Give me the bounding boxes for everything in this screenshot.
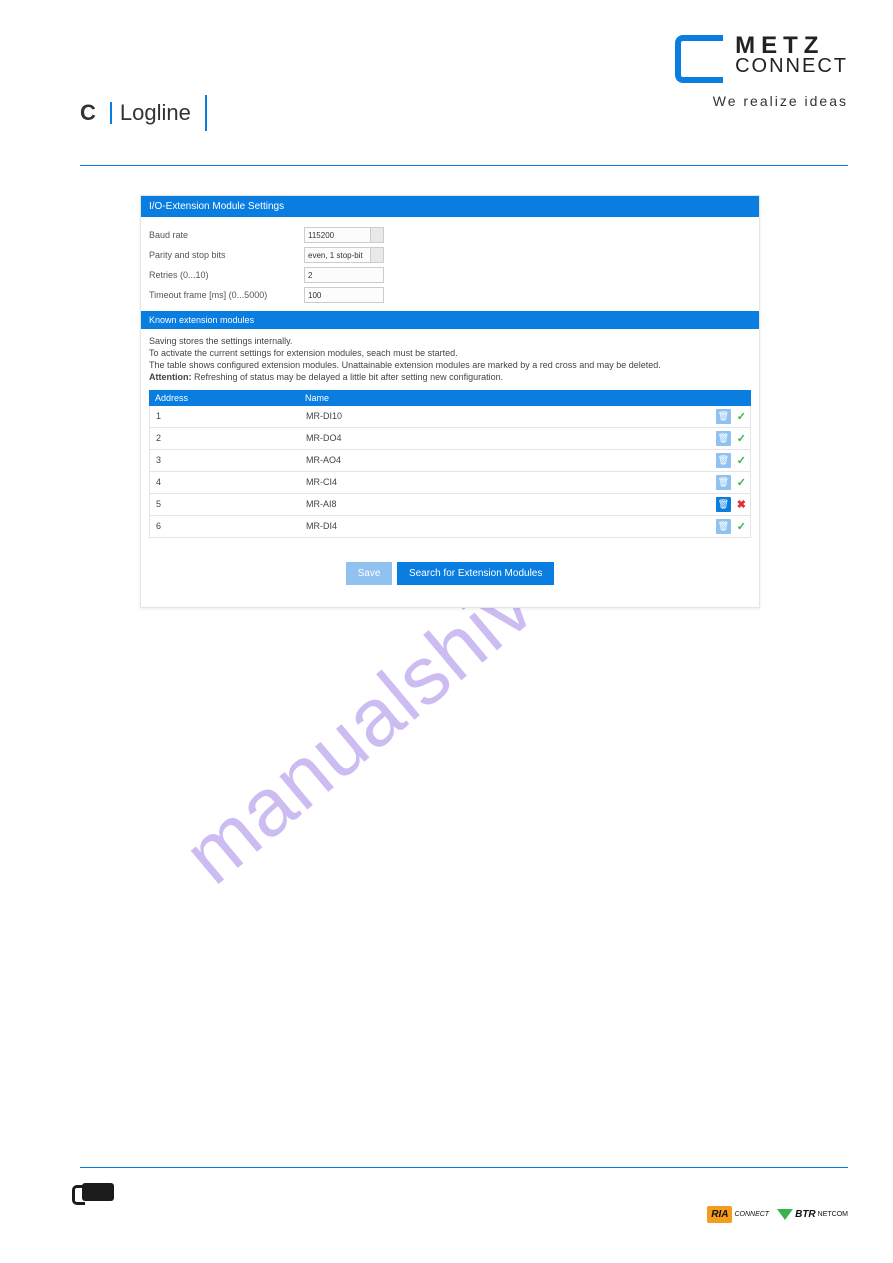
note-line: Attention: Refreshing of status may be d… xyxy=(149,371,751,383)
cell-address: 2 xyxy=(150,433,300,443)
note-attention: Attention: xyxy=(149,372,192,382)
btr-netcom-logo: BTR NETCOM xyxy=(777,1209,848,1220)
note-line: To activate the current settings for ext… xyxy=(149,347,751,359)
cell-actions: 🗑✓ xyxy=(695,519,750,534)
timeout-input[interactable]: 100 xyxy=(304,287,384,303)
cross-icon: ✖ xyxy=(737,498,746,511)
cell-actions: 🗑✖ xyxy=(695,497,750,512)
ria-sub: CONNECT xyxy=(734,1211,769,1218)
delete-icon[interactable]: 🗑 xyxy=(716,497,731,512)
ria-connect-logo: RIA CONNECT xyxy=(707,1206,769,1223)
cell-address: 6 xyxy=(150,521,300,531)
cell-actions: 🗑✓ xyxy=(695,475,750,490)
cell-name: MR-AO4 xyxy=(300,455,695,465)
retries-input[interactable]: 2 xyxy=(304,267,384,283)
brand-logo: METZ CONNECT We realize ideas xyxy=(675,35,848,109)
cell-actions: 🗑✓ xyxy=(695,409,750,424)
logline-c: C xyxy=(80,100,96,126)
delete-icon[interactable]: 🗑 xyxy=(716,453,731,468)
parity-value: even, 1 stop-bit xyxy=(308,251,363,260)
col-address: Address xyxy=(149,390,299,406)
baud-value: 115200 xyxy=(308,231,334,240)
check-icon: ✓ xyxy=(737,432,746,445)
footer-left-icon xyxy=(82,1183,114,1201)
triangle-icon xyxy=(777,1209,793,1220)
table-row: 1MR-DI10🗑✓ xyxy=(149,406,751,428)
check-icon: ✓ xyxy=(737,410,746,423)
footer-rule xyxy=(80,1167,848,1168)
cell-name: MR-DI4 xyxy=(300,521,695,531)
cell-name: MR-CI4 xyxy=(300,477,695,487)
note-line-rest: Refreshing of status may be delayed a li… xyxy=(192,372,504,382)
delete-icon[interactable]: 🗑 xyxy=(716,431,731,446)
cell-name: MR-AI8 xyxy=(300,499,695,509)
page-header: METZ CONNECT We realize ideas C Logline xyxy=(55,35,848,160)
brand-line2: CONNECT xyxy=(735,57,848,75)
button-row: Save Search for Extension Modules xyxy=(141,546,759,607)
retries-label: Retries (0...10) xyxy=(149,270,304,280)
cell-actions: 🗑✓ xyxy=(695,431,750,446)
table-row: 2MR-DO4🗑✓ xyxy=(149,428,751,450)
ria-main: RIA xyxy=(707,1206,732,1223)
known-modules-header: Known extension modules xyxy=(141,311,759,329)
cell-address: 4 xyxy=(150,477,300,487)
brand-c-icon xyxy=(675,35,723,83)
col-actions xyxy=(696,390,751,406)
divider-icon xyxy=(205,95,207,131)
delete-icon[interactable]: 🗑 xyxy=(716,519,731,534)
timeout-value: 100 xyxy=(308,291,321,300)
footer-brands: RIA CONNECT BTR NETCOM xyxy=(707,1206,848,1223)
note-line: The table shows configured extension mod… xyxy=(149,359,751,371)
btr-sub: NETCOM xyxy=(818,1211,848,1218)
brand-tagline: We realize ideas xyxy=(675,93,848,109)
retries-value: 2 xyxy=(308,271,312,280)
note-line: Saving stores the settings internally. xyxy=(149,335,751,347)
check-icon: ✓ xyxy=(737,476,746,489)
logline-badge: C Logline xyxy=(80,95,207,131)
check-icon: ✓ xyxy=(737,454,746,467)
notes: Saving stores the settings internally. T… xyxy=(141,329,759,390)
timeout-label: Timeout frame [ms] (0...5000) xyxy=(149,290,304,300)
header-rule xyxy=(80,165,848,166)
table-row: 5MR-AI8🗑✖ xyxy=(149,494,751,516)
modules-table: Address Name 1MR-DI10🗑✓2MR-DO4🗑✓3MR-AO4🗑… xyxy=(149,390,751,538)
cell-name: MR-DO4 xyxy=(300,433,695,443)
logline-text: Logline xyxy=(120,100,191,126)
io-extension-panel: I/O-Extension Module Settings Baud rate … xyxy=(140,195,760,608)
table-row: 6MR-DI4🗑✓ xyxy=(149,516,751,538)
search-modules-button[interactable]: Search for Extension Modules xyxy=(397,562,554,585)
baud-label: Baud rate xyxy=(149,230,304,240)
table-row: 4MR-CI4🗑✓ xyxy=(149,472,751,494)
parity-label: Parity and stop bits xyxy=(149,250,304,260)
cell-address: 5 xyxy=(150,499,300,509)
cell-address: 3 xyxy=(150,455,300,465)
cell-name: MR-DI10 xyxy=(300,411,695,421)
table-body: 1MR-DI10🗑✓2MR-DO4🗑✓3MR-AO4🗑✓4MR-CI4🗑✓5MR… xyxy=(149,406,751,538)
divider-icon xyxy=(110,102,112,124)
parity-select[interactable]: even, 1 stop-bit xyxy=(304,247,384,263)
table-header: Address Name xyxy=(149,390,751,406)
check-icon: ✓ xyxy=(737,520,746,533)
baud-select[interactable]: 115200 xyxy=(304,227,384,243)
settings-form: Baud rate 115200 Parity and stop bits ev… xyxy=(141,217,759,311)
brand-line1: METZ xyxy=(735,35,848,57)
delete-icon[interactable]: 🗑 xyxy=(716,409,731,424)
col-name: Name xyxy=(299,390,696,406)
delete-icon[interactable]: 🗑 xyxy=(716,475,731,490)
table-row: 3MR-AO4🗑✓ xyxy=(149,450,751,472)
btr-main: BTR xyxy=(795,1209,816,1220)
panel-title: I/O-Extension Module Settings xyxy=(141,196,759,217)
cell-address: 1 xyxy=(150,411,300,421)
save-button[interactable]: Save xyxy=(346,562,393,585)
cell-actions: 🗑✓ xyxy=(695,453,750,468)
